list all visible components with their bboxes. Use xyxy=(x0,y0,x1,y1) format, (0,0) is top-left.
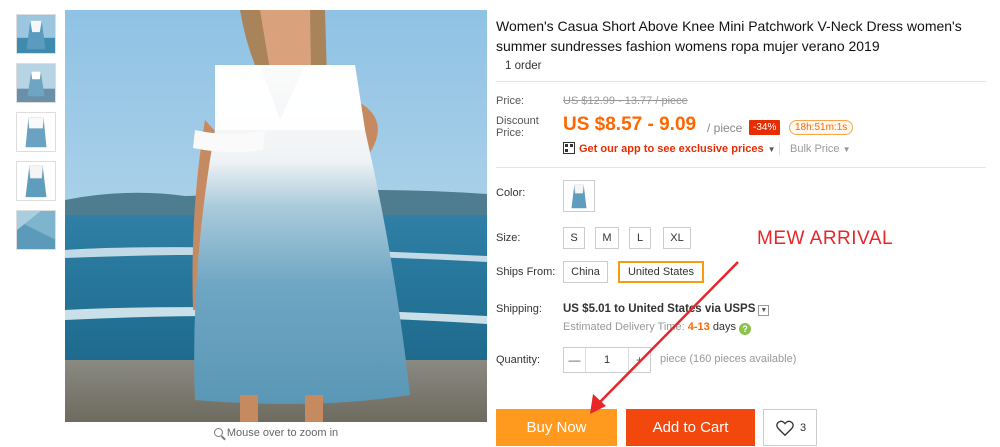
size-option-s[interactable]: S xyxy=(563,227,585,249)
dress-thumbnail-image xyxy=(17,113,55,151)
original-price: US $12.99 - 13.77 / piece xyxy=(563,95,688,107)
caret-down-icon: ▼ xyxy=(767,145,776,154)
help-icon[interactable]: ? xyxy=(739,323,752,335)
order-count: 1 order xyxy=(505,60,542,72)
dress-thumbnail-image xyxy=(17,64,55,102)
thumbnail-strip xyxy=(16,14,58,259)
heart-icon xyxy=(776,420,794,437)
color-option[interactable] xyxy=(563,180,595,212)
size-option-m[interactable]: M xyxy=(595,227,619,249)
fabric-thumbnail-image xyxy=(17,211,55,249)
quantity-stepper: — 1 + xyxy=(563,347,651,373)
wishlist-count: 3 xyxy=(800,422,807,434)
zoom-hint-text: Mouse over to zoom in xyxy=(226,427,339,439)
thumbnail[interactable] xyxy=(16,161,56,201)
shipping-label: Shipping: xyxy=(496,303,542,315)
chevron-down-icon[interactable]: ▼ xyxy=(758,305,770,316)
size-option-xl[interactable]: XL xyxy=(663,227,691,249)
dress-color-swatch xyxy=(564,181,594,211)
shipping-method[interactable]: US $5.01 to United States via USPS ▼ xyxy=(563,303,770,316)
thumbnail[interactable] xyxy=(16,112,56,152)
shipping-cost: US $5.01 xyxy=(563,303,611,315)
zoom-hint: Mouse over to zoom in xyxy=(65,427,487,439)
estimated-delivery: Estimated Delivery Time: 4-13 days? xyxy=(563,321,752,335)
price-unit: / piece xyxy=(707,121,743,135)
caret-down-icon: ▼ xyxy=(842,145,851,154)
divider xyxy=(496,81,986,82)
delivery-days: 4-13 xyxy=(687,321,710,333)
product-title: Women's Casua Short Above Knee Mini Patc… xyxy=(496,18,962,54)
quantity-label: Quantity: xyxy=(496,354,541,366)
ships-from-china[interactable]: China xyxy=(563,261,608,283)
thumbnail[interactable] xyxy=(16,63,56,103)
thumbnail[interactable] xyxy=(16,14,56,54)
price-label: Price: xyxy=(496,95,525,107)
shipping-destination: to United States via USPS xyxy=(614,303,756,315)
bulk-price-text: Bulk Price xyxy=(790,143,840,155)
delivery-label: Estimated Delivery Time: xyxy=(563,321,685,333)
size-option-l[interactable]: L xyxy=(629,227,651,249)
add-to-cart-button[interactable]: Add to Cart xyxy=(626,409,755,446)
availability-text: piece (160 pieces available) xyxy=(660,353,797,365)
size-label: Size: xyxy=(496,232,521,244)
wishlist-button[interactable]: 3 xyxy=(763,409,817,446)
dress-thumbnail-image xyxy=(17,162,55,200)
qr-code-icon xyxy=(563,142,575,154)
bulk-price-dropdown[interactable]: Bulk Price ▼ xyxy=(790,143,851,155)
app-promo-link[interactable]: Get our app to see exclusive prices ▼ xyxy=(563,142,776,155)
dress-thumbnail-image xyxy=(17,15,55,53)
app-promo-text: Get our app to see exclusive prices xyxy=(579,143,764,155)
buy-now-button[interactable]: Buy Now xyxy=(496,409,617,446)
thumbnail[interactable] xyxy=(16,210,56,250)
color-label: Color: xyxy=(496,187,526,199)
ships-from-united-states[interactable]: United States xyxy=(618,261,704,283)
divider xyxy=(779,142,780,155)
discount-badge: -34% xyxy=(749,120,781,135)
ships-from-label: Ships From: xyxy=(496,266,556,278)
annotation-text: MEW ARRIVAL xyxy=(757,228,894,249)
divider xyxy=(496,167,986,168)
dress-photo xyxy=(65,10,487,422)
discount-price-label: Discount Price: xyxy=(496,115,539,139)
main-product-image[interactable] xyxy=(65,10,487,422)
discount-price: US $8.57 - 9.09 xyxy=(563,114,697,135)
magnifier-icon xyxy=(213,428,223,437)
countdown-timer: 18h:51m:1s xyxy=(789,120,854,135)
quantity-input[interactable]: 1 xyxy=(586,348,628,372)
delivery-unit: days xyxy=(712,321,737,333)
quantity-increase-button[interactable]: + xyxy=(628,348,650,372)
quantity-decrease-button[interactable]: — xyxy=(564,348,586,372)
